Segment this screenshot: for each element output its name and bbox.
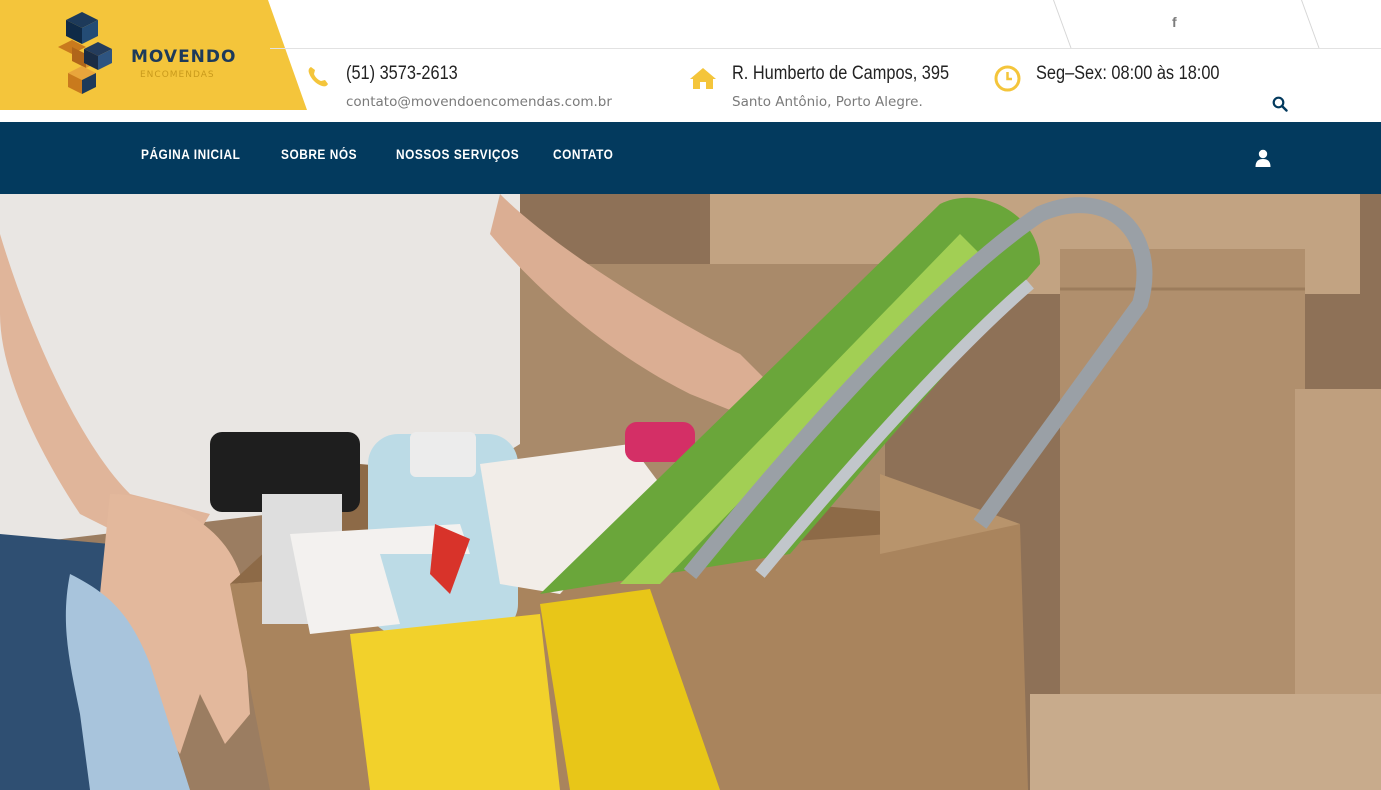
social-separator-right: [1301, 0, 1320, 48]
contact-address-line2: Santo Antônio, Porto Alegre.: [732, 94, 923, 110]
contact-address-line1: R. Humberto de Campos, 395: [732, 63, 950, 84]
hero-photo-moving-box: [0, 194, 1381, 790]
home-icon: [690, 68, 716, 89]
nav-item-home[interactable]: PÁGINA INICIAL: [141, 147, 240, 162]
search-icon[interactable]: [1272, 96, 1288, 112]
nav-item-contact[interactable]: CONTATO: [553, 147, 613, 162]
main-navbar: PÁGINA INICIAL SOBRE NÓS NOSSOS SERVIÇOS…: [0, 122, 1381, 194]
brand-tagline: ENCOMENDAS: [140, 70, 215, 80]
topbar-divider: [270, 48, 1381, 49]
user-icon[interactable]: [1255, 149, 1271, 167]
contact-phone[interactable]: (51) 3573-2613: [346, 63, 458, 85]
social-separator-left: [1053, 0, 1072, 48]
nav-item-about[interactable]: SOBRE NÓS: [281, 147, 357, 162]
business-hours: Seg–Sex: 08:00 às 18:00: [1036, 63, 1220, 84]
logo-cubes-icon[interactable]: [58, 12, 118, 96]
phone-icon: [308, 67, 328, 87]
facebook-icon[interactable]: f: [1172, 14, 1177, 30]
contact-email[interactable]: contato@movendoencomendas.com.br: [346, 94, 612, 110]
brand-name[interactable]: MOVENDO: [131, 47, 236, 67]
clock-icon: [994, 65, 1021, 92]
nav-item-services[interactable]: NOSSOS SERVIÇOS: [396, 147, 519, 162]
